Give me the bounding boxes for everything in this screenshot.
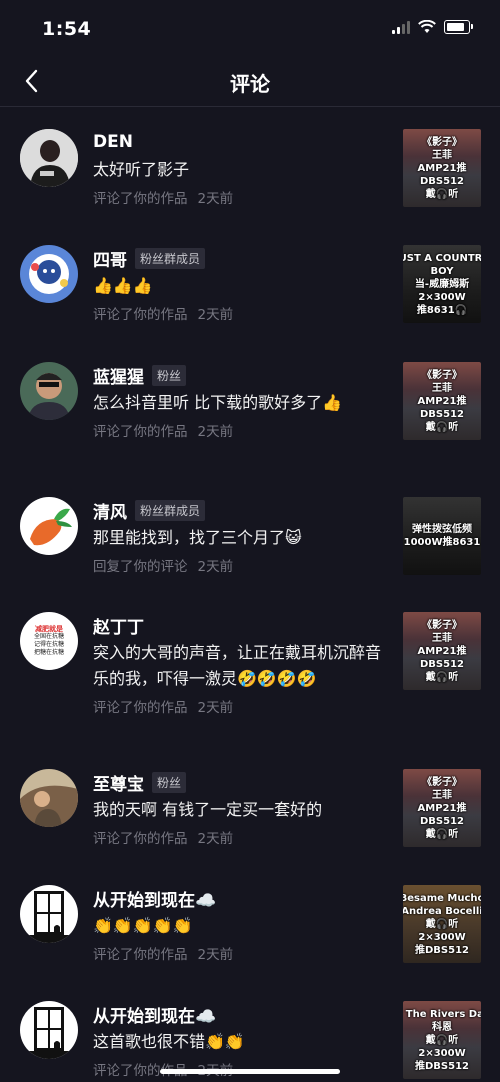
signal-icon [392, 20, 410, 34]
comment-text: 怎么抖音里听 比下载的歌好多了👍 [93, 393, 343, 412]
comment-text: 我的天啊 有钱了一定买一套好的 [93, 800, 323, 819]
video-thumbnail[interactable]: JUST A COUNTRY BOY 当-威廉姆斯 2×300W 推8631🎧 [403, 245, 481, 323]
comment-author[interactable]: 从开始到现在☁️ [93, 1002, 216, 1027]
comment-meta: 评论了你的作品2天前 [93, 191, 234, 207]
comment-text: 那里能找到，找了三个月了😺 [93, 528, 302, 547]
status-icons [392, 20, 473, 34]
avatar[interactable] [20, 497, 78, 555]
avatar[interactable] [20, 245, 78, 303]
fan-badge: 粉丝 [152, 364, 187, 386]
avatar[interactable] [20, 1001, 78, 1059]
comment-meta: 评论了你的作品2天前 [93, 947, 234, 963]
comment-author[interactable]: 四哥 [93, 246, 127, 271]
comment-author[interactable]: 清风 [93, 498, 127, 523]
avatar[interactable] [20, 885, 78, 943]
comment-meta: 评论了你的作品2天前 [93, 700, 234, 716]
comment-text: 突入的大哥的声音，让正在戴耳机沉醉音乐的我，吓得一激灵🤣🤣🤣🤣 [93, 643, 382, 688]
comment-meta: 评论了你的作品2天前 [93, 424, 234, 440]
comment-text: 太好听了影子 [93, 160, 190, 179]
comment-meta: 评论了你的作品2天前 [93, 307, 234, 323]
page-title: 评论 [230, 72, 270, 96]
video-thumbnail[interactable]: 《影子》 王菲 AMP21推 DBS512 戴🎧听 [403, 612, 481, 690]
comment-text: 👏👏👏👏👏 [93, 916, 193, 935]
video-thumbnail[interactable]: 《影子》 王菲 AMP21推 DBS512 戴🎧听 [403, 769, 481, 847]
fan-badge: 粉丝群成员 [135, 499, 206, 521]
comment-author[interactable]: 赵丁丁 [93, 613, 144, 638]
status-bar: 1:54 [0, 0, 500, 58]
comment-text: 👍👍👍 [93, 276, 153, 295]
fan-badge: 粉丝群成员 [135, 247, 206, 269]
video-thumbnail[interactable]: dy The Rivers Dark 科恩 戴🎧听 2×300W 推DBS512 [403, 1001, 481, 1079]
fan-badge: 粉丝 [152, 771, 187, 793]
comment-author[interactable]: 至尊宝 [93, 770, 144, 795]
video-thumbnail[interactable]: 《影子》 王菲 AMP21推 DBS512 戴🎧听 [403, 129, 481, 207]
avatar[interactable] [20, 129, 78, 187]
comment-author[interactable]: DEN [93, 132, 133, 152]
video-thumbnail[interactable]: Besame Mucho Andrea Bocelli 戴🎧听 2×300W 推… [403, 885, 481, 963]
video-thumbnail[interactable]: 弹性拨弦低频 1000W推8631 [403, 497, 481, 575]
comment-author[interactable]: 从开始到现在☁️ [93, 886, 216, 911]
home-indicator[interactable] [160, 1069, 340, 1074]
wifi-icon [418, 20, 436, 33]
comment-text: 这首歌也很不错👏👏 [93, 1032, 245, 1051]
comment-author[interactable]: 蓝猩猩 [93, 363, 144, 388]
battery-icon [444, 20, 473, 34]
status-time: 1:54 [42, 18, 92, 40]
nav-bar: 评论 [0, 58, 500, 107]
video-thumbnail[interactable]: 《影子》 王菲 AMP21推 DBS512 戴🎧听 [403, 362, 481, 440]
avatar[interactable] [20, 769, 78, 827]
comment-meta: 评论了你的作品2天前 [93, 831, 234, 847]
comment-meta: 回复了你的评论 2天前 [93, 559, 234, 575]
avatar[interactable] [20, 362, 78, 420]
avatar[interactable]: 减肥就是 全国在抗糖 记得在抗糖 把糖在抗糖 [20, 612, 78, 670]
